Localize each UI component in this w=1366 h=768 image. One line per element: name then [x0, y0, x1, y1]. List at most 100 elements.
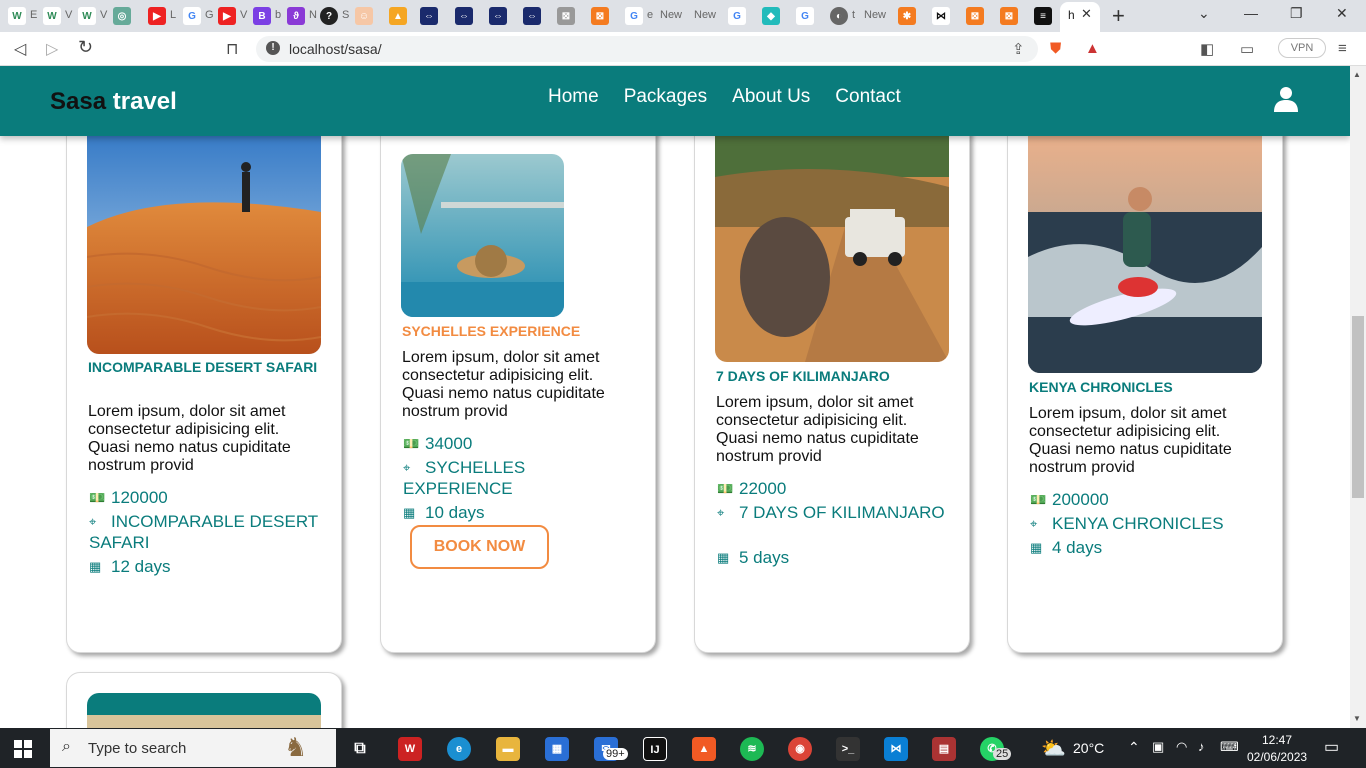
nav-contact[interactable]: Contact — [835, 86, 900, 108]
tab-favicon[interactable]: ϑ — [287, 7, 305, 25]
bootstrap-icon[interactable]: B — [253, 7, 271, 25]
google-icon[interactable]: G — [625, 7, 643, 25]
site-info-icon[interactable]: ! — [266, 41, 280, 55]
brave-shield-icon[interactable]: ⛊ — [1050, 40, 1061, 57]
active-tab-label[interactable]: h — [1068, 8, 1075, 22]
tab-favicon[interactable]: W — [43, 7, 61, 25]
package-duration: ▦ 4 days — [1030, 538, 1103, 557]
tab-search-icon[interactable]: ⌄ — [1198, 5, 1210, 22]
tab-favicon[interactable]: W — [78, 7, 96, 25]
brave-taskbar-icon[interactable]: ▲ — [692, 737, 716, 761]
tray-app-icon[interactable]: ▣ — [1152, 739, 1164, 755]
tab-label[interactable]: e — [647, 9, 653, 21]
vpn-button[interactable]: VPN — [1278, 38, 1326, 58]
tab-label[interactable]: V — [240, 9, 247, 21]
nav-home[interactable]: Home — [548, 86, 599, 108]
tab-label[interactable]: L — [170, 9, 176, 21]
vscode-icon[interactable]: ⋈ — [884, 737, 908, 761]
sidebar-icon[interactable]: ◧ — [1200, 40, 1214, 58]
restore-icon[interactable]: ❐ — [1290, 5, 1303, 22]
brave-rewards-icon[interactable]: ▲ — [1085, 40, 1100, 57]
wps-office-icon[interactable]: W — [398, 737, 422, 761]
tab-label[interactable]: New — [694, 9, 716, 21]
tab-label[interactable]: V — [100, 9, 107, 21]
tab-label[interactable]: N — [309, 9, 317, 21]
tab-favicon[interactable]: ≡ — [1034, 7, 1052, 25]
tab-label[interactable]: E — [30, 9, 37, 21]
close-window-icon[interactable]: ✕ — [1336, 5, 1348, 22]
youtube-icon[interactable]: ▶ — [218, 7, 236, 25]
book-now-button[interactable]: BOOK NOW — [410, 525, 549, 569]
xampp-icon[interactable]: ⊠ — [966, 7, 984, 25]
chatgpt-icon[interactable]: ◎ — [113, 7, 131, 25]
nav-packages[interactable]: Packages — [624, 86, 707, 108]
close-tab-icon[interactable]: ✕ — [1081, 6, 1092, 22]
spotify-icon[interactable]: ≋ — [740, 737, 764, 761]
avatar-icon[interactable]: ☺ — [355, 7, 373, 25]
taskbar-search-placeholder[interactable]: Type to search — [88, 740, 186, 757]
language-icon[interactable]: ⌨ — [1220, 739, 1239, 755]
bookmark-icon[interactable]: ⊓ — [226, 39, 238, 59]
microsoft-store-icon[interactable]: ▦ — [545, 737, 569, 761]
user-icon[interactable] — [1274, 86, 1298, 112]
edge-icon[interactable]: e — [447, 737, 471, 761]
url-text[interactable]: localhost/sasa/ — [289, 41, 382, 57]
chrome-icon[interactable]: ◉ — [788, 737, 812, 761]
xampp-icon[interactable]: ⊠ — [591, 7, 609, 25]
tab-label[interactable]: New — [864, 9, 886, 21]
weather-temp[interactable]: 20°C — [1073, 740, 1104, 756]
tray-expand-icon[interactable]: ⌃ — [1128, 739, 1140, 756]
location-pin-icon: ⌖ — [403, 460, 411, 475]
teamviewer-icon[interactable]: ⇔ — [489, 7, 507, 25]
scrollbar-thumb[interactable] — [1352, 316, 1364, 498]
clock-date[interactable]: 02/06/2023 — [1247, 750, 1307, 764]
nav-about[interactable]: About Us — [732, 86, 810, 108]
active-tab[interactable] — [1060, 2, 1100, 32]
teamviewer-icon[interactable]: ⇔ — [420, 7, 438, 25]
youtube-icon[interactable]: ▶ — [148, 7, 166, 25]
intellij-icon[interactable]: IJ — [643, 737, 667, 761]
xampp-icon[interactable]: ⊠ — [1000, 7, 1018, 25]
scroll-up-icon[interactable]: ▲ — [1353, 70, 1361, 79]
minimize-icon[interactable]: — — [1244, 5, 1258, 21]
tab-label[interactable]: V — [65, 9, 72, 21]
brand-logo[interactable]: Sasa travel — [50, 88, 177, 116]
terminal-icon[interactable]: >_ — [836, 737, 860, 761]
tab-label[interactable]: G — [205, 9, 214, 21]
tab-label[interactable]: b — [275, 9, 281, 21]
winrar-icon[interactable]: ▤ — [932, 737, 956, 761]
google-icon[interactable]: G — [183, 7, 201, 25]
google-icon[interactable]: G — [728, 7, 746, 25]
tab-label[interactable]: New — [660, 9, 682, 21]
package-location: ⌖ 7 DAYS OF KILIMANJARO — [717, 503, 945, 522]
back-icon[interactable]: ◁ — [14, 39, 26, 59]
forward-icon[interactable]: ▷ — [46, 39, 58, 59]
reload-icon[interactable]: ↻ — [78, 37, 93, 58]
tab-favicon[interactable]: ◆ — [762, 7, 780, 25]
google-icon[interactable]: G — [796, 7, 814, 25]
teamviewer-icon[interactable]: ⇔ — [523, 7, 541, 25]
pma-icon[interactable]: ▲ — [389, 7, 407, 25]
new-tab-icon[interactable]: + — [1112, 3, 1125, 29]
windows-start-icon[interactable] — [14, 740, 32, 758]
share-icon[interactable]: ⇪ — [1012, 40, 1025, 58]
file-explorer-icon[interactable]: ▬ — [496, 737, 520, 761]
question-icon[interactable]: ? — [320, 7, 338, 25]
tab-label[interactable]: t — [852, 9, 855, 21]
wifi-icon[interactable]: ◠ — [1176, 739, 1187, 755]
clock-time[interactable]: 12:47 — [1262, 733, 1292, 747]
menu-icon[interactable]: ≡ — [1338, 40, 1347, 57]
task-view-icon[interactable]: ⧉ — [348, 737, 372, 761]
tab-label[interactable]: S — [342, 9, 349, 21]
tab-favicon[interactable]: ⋈ — [932, 7, 950, 25]
scroll-down-icon[interactable]: ▼ — [1353, 714, 1361, 723]
hubspot-icon[interactable]: ✱ — [898, 7, 916, 25]
weather-icon[interactable]: ⛅ — [1041, 737, 1066, 761]
volume-icon[interactable]: ♪ — [1198, 739, 1205, 754]
notification-icon[interactable]: ▭ — [1324, 737, 1339, 757]
wallet-icon[interactable]: ▭ — [1240, 40, 1254, 58]
teamviewer-icon[interactable]: ⇔ — [455, 7, 473, 25]
tab-favicon[interactable]: W — [8, 7, 26, 25]
tab-favicon[interactable]: ⊠ — [557, 7, 575, 25]
tab-favicon[interactable]: ◐ — [830, 7, 848, 25]
